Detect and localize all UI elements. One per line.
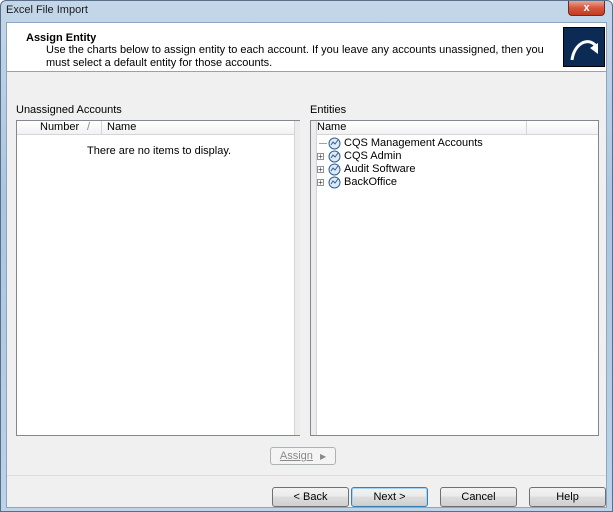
unassigned-accounts-list[interactable]: Number / Name There are no items to disp… <box>16 120 300 436</box>
page-title: Assign Entity <box>26 32 97 44</box>
import-dialog-window: Excel File Import x Assign Entity Use th… <box>0 0 613 512</box>
entity-node-icon <box>328 150 341 163</box>
footer-divider <box>7 475 606 476</box>
entities-column-header: Name <box>316 121 598 135</box>
next-button[interactable]: Next > <box>351 487 428 507</box>
column-divider[interactable] <box>526 121 527 134</box>
entities-label: Entities <box>310 104 347 116</box>
unassigned-column-header: Number / Name <box>17 121 299 135</box>
column-number[interactable]: Number <box>40 121 79 134</box>
assign-arrow-icon: ▶ <box>319 452 327 461</box>
unassigned-accounts-label: Unassigned Accounts <box>16 104 122 116</box>
title-bar[interactable]: Excel File Import x <box>1 1 612 21</box>
empty-list-message: There are no items to display. <box>87 145 232 157</box>
column-name[interactable]: Name <box>107 121 136 134</box>
window-title: Excel File Import <box>6 4 88 16</box>
help-button[interactable]: Help <box>529 487 606 507</box>
back-button[interactable]: < Back <box>272 487 349 507</box>
dialog-client-area: Assign Entity Use the charts below to as… <box>6 22 607 508</box>
entities-tree[interactable]: Name CQS Management Accounts + CQS Admin <box>310 120 599 436</box>
column-divider[interactable] <box>101 121 102 134</box>
entity-node-icon <box>328 137 341 150</box>
wizard-header: Assign Entity Use the charts below to as… <box>7 23 606 72</box>
assign-label: Assign <box>279 450 313 462</box>
tree-node-label: BackOffice <box>344 176 397 188</box>
expand-icon[interactable]: + <box>317 153 324 161</box>
cancel-button[interactable]: Cancel <box>440 487 517 507</box>
unassigned-scrollbar[interactable] <box>294 121 300 435</box>
entity-node-icon <box>328 163 341 176</box>
close-button[interactable]: x <box>568 1 605 16</box>
assign-button[interactable]: Assign ▶ <box>270 447 336 465</box>
column-name[interactable]: Name <box>317 121 346 134</box>
wizard-arrow-icon <box>563 27 605 67</box>
tree-node-label: CQS Management Accounts <box>344 137 483 149</box>
page-description: Use the charts below to assign entity to… <box>46 44 544 69</box>
entity-node-icon <box>328 176 341 189</box>
expand-icon[interactable]: + <box>317 166 324 174</box>
tree-node-label: CQS Admin <box>344 150 402 162</box>
tree-node-label: Audit Software <box>344 163 416 175</box>
tree-connector <box>319 143 327 144</box>
sort-icon: / <box>87 121 91 133</box>
expand-icon[interactable]: + <box>317 179 324 187</box>
